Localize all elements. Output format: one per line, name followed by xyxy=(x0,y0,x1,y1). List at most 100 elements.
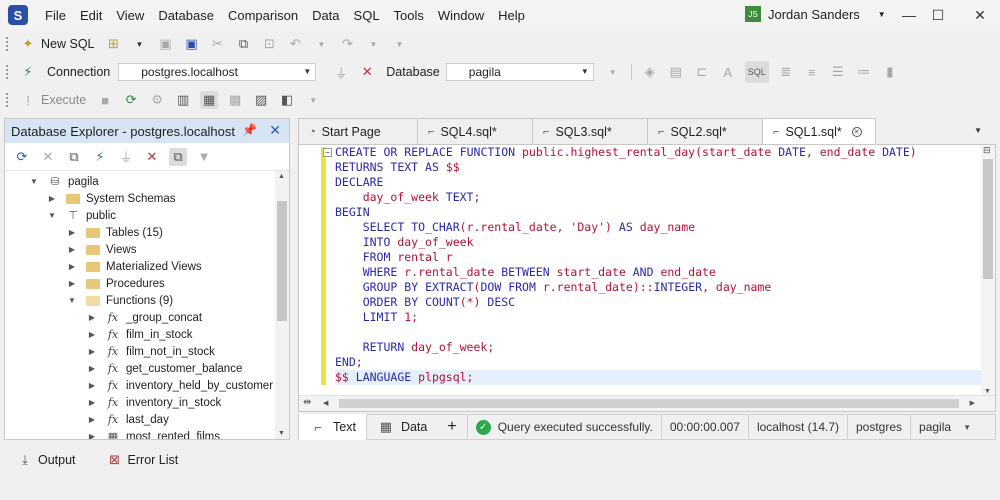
tree-node-pagila[interactable]: ▼ ⛁ pagila xyxy=(29,173,99,190)
toolbar-grip[interactable] xyxy=(6,65,9,79)
open-dropdown-icon[interactable]: ▼ xyxy=(131,35,149,53)
user-menu[interactable]: JS Jordan Sanders ▼ xyxy=(745,6,886,22)
tree-node-functions[interactable]: ▼ Functions (9) xyxy=(67,292,173,309)
toolbar-grip[interactable] xyxy=(6,93,9,107)
scroll-left-icon[interactable]: ◀ xyxy=(323,399,328,407)
chevron-right-icon[interactable]: ▶ xyxy=(87,330,97,339)
menu-window[interactable]: Window xyxy=(431,8,491,23)
align-icon[interactable]: ☰ xyxy=(829,63,847,81)
chevron-right-icon[interactable]: ▶ xyxy=(87,347,97,356)
chevron-right-icon[interactable]: ▶ xyxy=(47,194,57,203)
scroll-right-icon[interactable]: ▶ xyxy=(970,399,975,407)
sql-editor[interactable]: − CREATE OR REPLACE FUNCTION public.high… xyxy=(298,144,996,412)
duplicate-icon[interactable]: ⧉ xyxy=(65,148,83,166)
sql-mode-icon[interactable]: SQL xyxy=(744,61,769,83)
toolbar-overflow-icon[interactable]: ▼ xyxy=(391,35,409,53)
grid-view-icon[interactable]: ▦ xyxy=(200,91,219,109)
scroll-down-icon[interactable]: ▼ xyxy=(278,430,285,437)
format-icon[interactable]: ◈ xyxy=(641,63,659,81)
tree-node-tables[interactable]: ▶ Tables (15) xyxy=(67,224,163,241)
new-connection-icon[interactable]: ⚡ xyxy=(91,148,109,166)
tree-node-function[interactable]: ▶ fx _group_concat xyxy=(87,309,202,326)
tree-node-function[interactable]: ▶ fx inventory_in_stock xyxy=(87,394,221,411)
chevron-down-icon[interactable]: ▼ xyxy=(29,177,39,186)
redo-dropdown-icon[interactable]: ▼ xyxy=(365,35,383,53)
save-all-icon[interactable]: ▣ xyxy=(183,35,201,53)
menu-view[interactable]: View xyxy=(109,8,151,23)
menu-tools[interactable]: Tools xyxy=(387,8,431,23)
indent-icon[interactable]: ⊏ xyxy=(693,63,711,81)
tree-node-procedures[interactable]: ▶ Procedures xyxy=(67,275,165,292)
script-icon[interactable]: ▥ xyxy=(174,91,192,109)
disconnect-icon[interactable]: ✕ xyxy=(143,148,161,166)
tab-data-view[interactable]: ▦ Data xyxy=(367,414,437,440)
close-tab-icon[interactable]: ✕ xyxy=(851,126,862,137)
scroll-thumb[interactable] xyxy=(339,399,959,408)
output-button[interactable]: ⤓ Output xyxy=(16,451,75,469)
execute-step-icon[interactable]: ⚙ xyxy=(148,91,166,109)
filter-icon[interactable]: ▼ xyxy=(195,148,213,166)
tree-node-function[interactable]: ▶ ▦ most_rented_films xyxy=(87,428,220,440)
cut-icon[interactable]: ✂ xyxy=(209,35,227,53)
chevron-right-icon[interactable]: ▶ xyxy=(67,279,77,288)
close-icon[interactable]: ✕ xyxy=(269,122,281,139)
tab-text-view[interactable]: ⌐ Text xyxy=(299,414,367,440)
output-dropdown-icon[interactable]: ▼ xyxy=(304,91,322,109)
minimize-button[interactable]: — xyxy=(898,4,920,26)
tree-node-function[interactable]: ▶ fx get_customer_balance xyxy=(87,360,242,377)
split-icon[interactable]: ⊟ xyxy=(983,145,991,156)
chart-icon[interactable]: ▨ xyxy=(252,91,270,109)
menu-sql[interactable]: SQL xyxy=(347,8,387,23)
menu-comparison[interactable]: Comparison xyxy=(221,8,305,23)
refresh-icon[interactable]: ⟳ xyxy=(122,91,140,109)
database-dropdown-icon[interactable]: ▼ xyxy=(604,63,622,81)
toolbar-grip[interactable] xyxy=(6,37,9,51)
maximize-button[interactable]: ☐ xyxy=(927,4,949,26)
scroll-up-icon[interactable]: ▲ xyxy=(278,173,285,180)
split-horizontal-icon[interactable]: ⇹ xyxy=(303,397,311,408)
tree-node-function[interactable]: ▶ fx film_in_stock xyxy=(87,326,193,343)
connect-icon[interactable]: ⏚ xyxy=(332,63,350,81)
tab-start-page[interactable]: ◔ Start Page xyxy=(298,118,418,144)
tree-node-materialized-views[interactable]: ▶ Materialized Views xyxy=(67,258,202,275)
chevron-right-icon[interactable]: ▶ xyxy=(87,364,97,373)
chevron-right-icon[interactable]: ▶ xyxy=(87,313,97,322)
tree-node-system-schemas[interactable]: ▶ System Schemas xyxy=(47,190,176,207)
add-view-button[interactable]: + xyxy=(437,414,466,440)
chevron-right-icon[interactable]: ▶ xyxy=(87,398,97,407)
delete-icon[interactable]: ✕ xyxy=(39,148,57,166)
redo-icon[interactable]: ↷ xyxy=(339,35,357,53)
connect-icon[interactable]: ⏚ xyxy=(117,148,135,166)
chevron-right-icon[interactable]: ▶ xyxy=(67,228,77,237)
fold-toggle-icon[interactable]: − xyxy=(323,148,332,157)
chevron-right-icon[interactable]: ▶ xyxy=(87,415,97,424)
save-icon[interactable]: ▣ xyxy=(157,35,175,53)
editor-vertical-scrollbar[interactable]: ⊟ ▼ xyxy=(981,145,995,397)
chevron-right-icon[interactable]: ▶ xyxy=(67,262,77,271)
undo-dropdown-icon[interactable]: ▼ xyxy=(313,35,331,53)
tab-sql1[interactable]: ⌐ SQL1.sql* ✕ xyxy=(762,118,876,144)
stop-icon[interactable]: ■ xyxy=(96,91,114,109)
code-area[interactable]: CREATE OR REPLACE FUNCTION public.highes… xyxy=(335,145,981,397)
editor-horizontal-scrollbar[interactable]: ⇹ ◀ ▶ xyxy=(299,395,995,411)
copy-icon[interactable]: ⧉ xyxy=(235,35,253,53)
output-mode-icon[interactable]: ◧ xyxy=(278,91,296,109)
pivot-icon[interactable]: ▩ xyxy=(226,91,244,109)
paste-icon[interactable]: ⊡ xyxy=(261,35,279,53)
chevron-right-icon[interactable]: ▶ xyxy=(87,432,97,439)
menu-data[interactable]: Data xyxy=(305,8,346,23)
new-sql-button[interactable]: New SQL xyxy=(41,37,95,51)
tree-node-function[interactable]: ▶ fx inventory_held_by_customer xyxy=(87,377,273,394)
chevron-down-icon[interactable]: ▼ xyxy=(47,211,57,220)
chevron-down-icon[interactable]: ▼ xyxy=(963,423,971,432)
tab-sql3[interactable]: ⌐ SQL3.sql* xyxy=(532,118,648,144)
execute-button[interactable]: Execute xyxy=(41,93,86,107)
chevron-down-icon[interactable]: ▼ xyxy=(67,296,77,305)
refresh-icon[interactable]: ⟳ xyxy=(13,148,31,166)
increase-indent-icon[interactable]: ≡ xyxy=(803,63,821,81)
tab-sql4[interactable]: ⌐ SQL4.sql* xyxy=(417,118,533,144)
undo-icon[interactable]: ↶ xyxy=(287,35,305,53)
case-icon[interactable]: A xyxy=(719,63,737,81)
word-wrap-icon[interactable]: ≔ xyxy=(855,63,873,81)
connection-select[interactable]: postgres.localhost ▼ xyxy=(118,63,317,81)
